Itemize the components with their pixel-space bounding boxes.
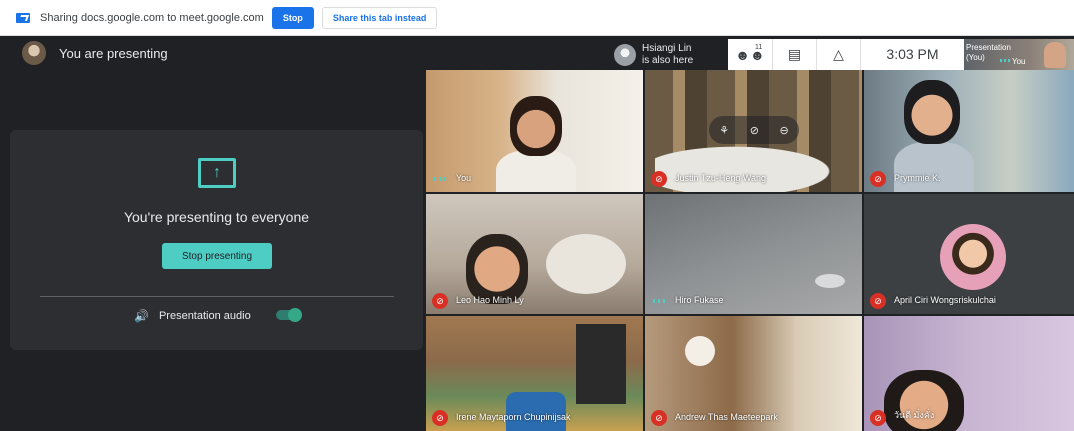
participant-name: วันดี มั่งคั่ง: [894, 410, 935, 420]
sharing-bar: Sharing docs.google.com to meet.google.c…: [0, 0, 1074, 36]
participant-tile[interactable]: ⊘ วันดี มั่งคั่ง: [864, 316, 1074, 431]
muted-mic-icon: ⊘: [651, 171, 667, 187]
presentation-audio-label: Presentation audio: [158, 310, 251, 322]
sharing-status-text: Sharing docs.google.com to meet.google.c…: [40, 11, 264, 24]
presentation-audio-row: 🔊 Presentation audio: [134, 307, 304, 325]
also-here-name: Hsiangi Lin: [642, 42, 692, 54]
avatar: [940, 224, 1006, 290]
participant-tile[interactable]: ⊘ April Ciri Wongsriskulchai: [864, 194, 1074, 314]
audio-indicator-icon: [434, 177, 448, 181]
shapes-icon: △: [833, 46, 844, 62]
participant-tile[interactable]: ⚘ ⊘ ⊖ ⊘ Justin Tzu-Heng Wang: [645, 70, 862, 192]
self-view-thumbnail[interactable]: Presentation (You) You: [964, 39, 1074, 70]
presentation-audio-toggle[interactable]: [276, 308, 302, 322]
muted-mic-icon: ⊘: [432, 293, 448, 309]
remove-icon[interactable]: ⊖: [780, 124, 789, 137]
divider: [40, 296, 394, 297]
participant-name: Irene Maytaporn Chupinijsak: [456, 412, 571, 422]
self-thumb-name: You: [1012, 57, 1026, 66]
activities-button[interactable]: △: [816, 39, 860, 70]
pin-icon[interactable]: ⚘: [719, 124, 729, 137]
people-count: 11: [755, 44, 763, 51]
participant-name: Andrew Thas Maeteepark: [675, 412, 778, 422]
participant-name: Hiro Fukase: [675, 295, 724, 305]
participant-tile[interactable]: ⊘ Andrew Thas Maeteepark: [645, 316, 862, 431]
present-upload-icon: ↑: [198, 158, 236, 188]
participant-tile[interactable]: You: [426, 70, 643, 192]
mute-participant-icon[interactable]: ⊘: [750, 124, 759, 137]
participant-name: Prymmie K.: [894, 173, 941, 183]
audio-indicator-icon: [1000, 59, 1010, 62]
participant-name: Leo Hao Minh Ly: [456, 295, 524, 305]
participant-name: Justin Tzu-Heng Wang: [675, 173, 767, 183]
stop-presenting-button[interactable]: Stop presenting: [162, 243, 272, 269]
participant-name: You: [456, 173, 472, 183]
presentation-label: Presentation: [966, 43, 1011, 52]
meeting-top-bar: You are presenting Hsiangi Lin is also h…: [6, 37, 1074, 70]
muted-mic-icon: ⊘: [651, 410, 667, 426]
muted-mic-icon: ⊘: [870, 293, 886, 309]
muted-mic-icon: ⊘: [870, 410, 886, 426]
screen-share-icon: [16, 12, 30, 23]
chat-icon: ▤: [787, 46, 802, 62]
toggle-knob: [288, 308, 302, 322]
audio-indicator-icon: [653, 299, 667, 303]
self-video: [1044, 42, 1066, 68]
stop-sharing-button[interactable]: Stop: [271, 6, 314, 29]
muted-mic-icon: ⊘: [432, 410, 448, 426]
participant-tile[interactable]: ⊘ Irene Maytaporn Chupinijsak: [426, 316, 643, 431]
avatar: [22, 41, 46, 65]
speaker-icon: 🔊: [134, 309, 149, 323]
participant-grid: You ⚘ ⊘ ⊖ ⊘ Justin Tzu-Heng Wang ⊘ Prymm…: [426, 70, 1074, 431]
tile-hover-controls: ⚘ ⊘ ⊖: [709, 116, 799, 144]
presenting-message: You're presenting to everyone: [123, 209, 310, 225]
chat-button[interactable]: ▤: [772, 39, 816, 70]
meeting-controls: ☻☻ 11 ▤ △ 3:03 PM: [728, 39, 964, 70]
participant-tile[interactable]: ⊘ Prymmie K.: [864, 70, 1074, 192]
participant-tile[interactable]: Hiro Fukase: [645, 194, 862, 314]
people-button[interactable]: ☻☻ 11: [728, 39, 772, 70]
presenting-title: You are presenting: [59, 46, 168, 61]
share-this-tab-button[interactable]: Share this tab instead: [321, 6, 438, 29]
avatar: [614, 43, 636, 66]
muted-mic-icon: ⊘: [870, 171, 886, 187]
also-here-suffix: is also here: [642, 54, 694, 66]
meeting-clock: 3:03 PM: [860, 39, 964, 70]
participant-tile[interactable]: ⊘ Leo Hao Minh Ly: [426, 194, 643, 314]
also-here-notice: Hsiangi Lin is also here: [610, 39, 730, 70]
participant-name: April Ciri Wongsriskulchai: [894, 295, 996, 305]
presenting-panel: ↑ You're presenting to everyone Stop pre…: [10, 130, 423, 350]
